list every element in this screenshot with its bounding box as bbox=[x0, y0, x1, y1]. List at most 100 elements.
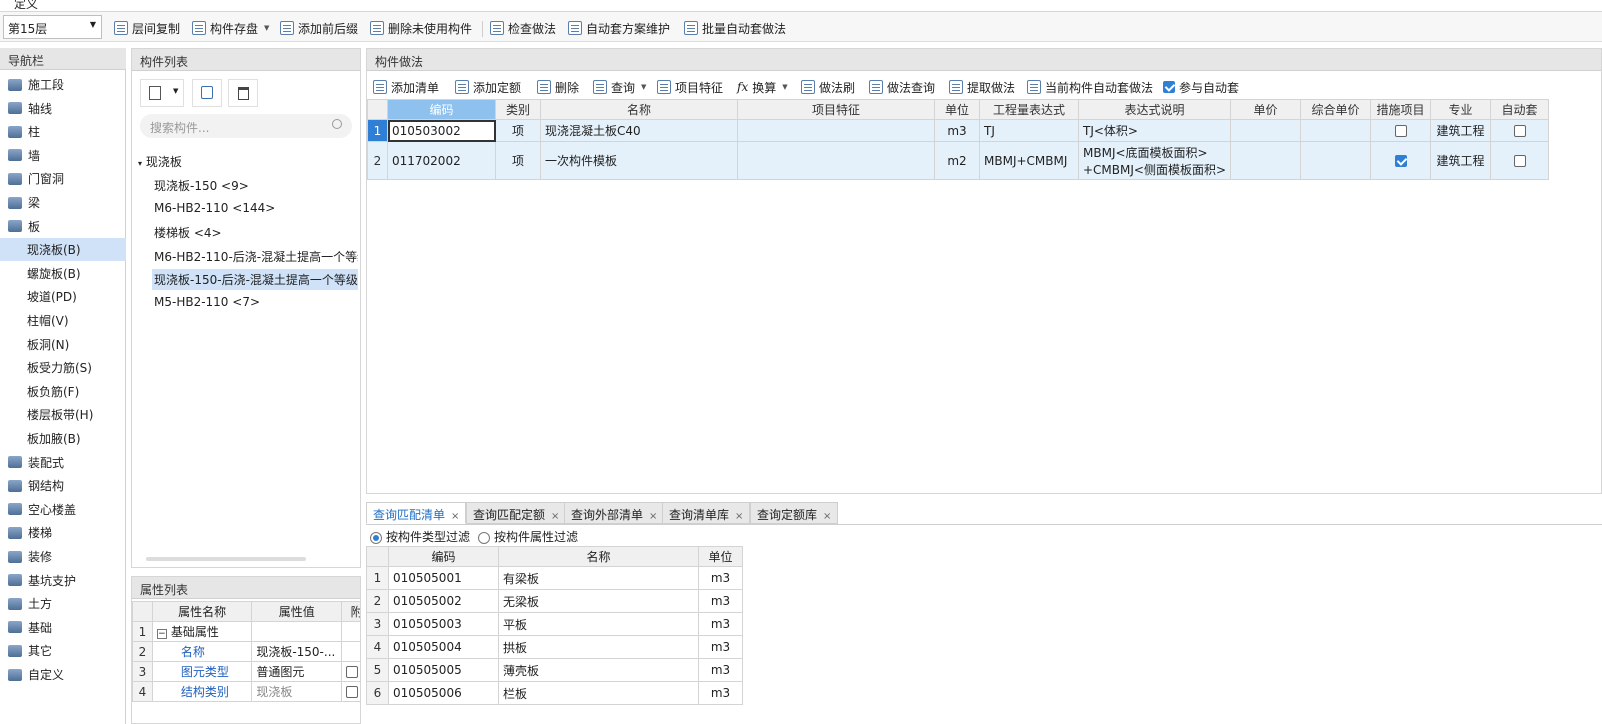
filter-by-attr-radio[interactable]: 按构件属性过滤 bbox=[478, 528, 578, 545]
method-query-button[interactable]: 做法查询 bbox=[869, 77, 935, 97]
col-header-code[interactable]: 编码 bbox=[387, 99, 496, 120]
query-tab[interactable]: 查询定额库 × bbox=[750, 502, 839, 524]
method-row[interactable]: 2 011702002 项一次构件模板 m2 MBMJ+CMBMJ MBMJ<底面模板面积… bbox=[367, 141, 1550, 180]
convert-button[interactable]: fx 换算 ▼ bbox=[737, 77, 788, 97]
query-row[interactable]: 6 010505006 栏板 m3 bbox=[366, 681, 743, 705]
tree-item[interactable]: M6-HB2-110-后浇-混凝土提高一个等级 bbox=[152, 246, 358, 267]
delete-unused-button[interactable]: 删除未使用构件 bbox=[370, 18, 472, 38]
checkbox-checked[interactable] bbox=[1394, 155, 1407, 167]
cell-name[interactable]: 一次构件模板 bbox=[540, 141, 738, 180]
close-icon[interactable]: × bbox=[551, 511, 559, 522]
query-row[interactable]: 5 010505005 薄壳板 m3 bbox=[366, 658, 743, 682]
cell-code[interactable]: 010505004 bbox=[388, 635, 499, 659]
property-extra[interactable] bbox=[341, 641, 360, 662]
col-header-desc[interactable]: 表达式说明 bbox=[1077, 99, 1232, 120]
col-header-cprice[interactable]: 综合单价 bbox=[1300, 99, 1372, 120]
tree-item[interactable]: M5-HB2-110 <7> bbox=[152, 293, 358, 311]
property-row[interactable]: 1− 基础属性 bbox=[132, 621, 360, 642]
cell-name[interactable]: 现浇混凝土板C40 bbox=[540, 119, 738, 142]
col-header-code[interactable]: 编码 bbox=[388, 546, 499, 567]
delete-button[interactable]: 删除 bbox=[537, 77, 579, 97]
cell-auto[interactable] bbox=[1490, 141, 1550, 180]
nav-item[interactable]: 梁 bbox=[0, 191, 126, 214]
nav-item[interactable]: 自定义 bbox=[0, 663, 126, 686]
cell-name[interactable]: 栏板 bbox=[498, 681, 699, 705]
add-prefix-suffix-button[interactable]: 添加前后缀 bbox=[280, 18, 358, 38]
nav-item[interactable]: 土方 bbox=[0, 592, 126, 615]
cell-name[interactable]: 平板 bbox=[498, 612, 699, 636]
copy-between-floors-button[interactable]: 层间复制 bbox=[114, 18, 180, 38]
method-row[interactable]: 1 010503002 项现浇混凝土板C40 m3 TJ TJ<体积> 建筑工程 bbox=[367, 119, 1550, 142]
checkbox-unchecked[interactable] bbox=[1394, 125, 1407, 137]
col-header-unit[interactable]: 单位 bbox=[934, 99, 980, 120]
col-header-type[interactable]: 类别 bbox=[495, 99, 541, 120]
cell-spec[interactable]: 建筑工程 bbox=[1430, 141, 1492, 180]
nav-item[interactable]: 柱 bbox=[0, 120, 126, 143]
query-tab[interactable]: 查询外部清单 × bbox=[564, 502, 665, 524]
cell-feature[interactable] bbox=[737, 141, 935, 180]
cell-unit[interactable]: m3 bbox=[698, 681, 743, 705]
cell-auto[interactable] bbox=[1490, 119, 1550, 142]
col-header-feature[interactable]: 项目特征 bbox=[737, 99, 935, 120]
col-header-name[interactable]: 名称 bbox=[540, 99, 738, 120]
auto-scheme-button[interactable]: 自动套方案维护 bbox=[568, 18, 670, 38]
batch-auto-button[interactable]: 批量自动套做法 bbox=[684, 18, 786, 38]
current-auto-method-button[interactable]: 当前构件自动套做法 bbox=[1027, 77, 1153, 97]
nav-item[interactable]: 钢结构 bbox=[0, 474, 126, 497]
col-header-expr[interactable]: 工程量表达式 bbox=[979, 99, 1079, 120]
cell-code[interactable]: 011702002 bbox=[387, 141, 496, 180]
query-tab[interactable]: 查询匹配清单 × bbox=[366, 502, 467, 524]
checkbox-unchecked[interactable] bbox=[1513, 155, 1526, 167]
cell-desc[interactable]: TJ<体积> bbox=[1077, 119, 1232, 142]
query-tab[interactable]: 查询清单库 × bbox=[662, 502, 751, 524]
property-extra[interactable] bbox=[341, 681, 360, 702]
floor-select[interactable]: 第15层 ▼ bbox=[3, 15, 102, 39]
check-method-button[interactable]: 检查做法 bbox=[490, 18, 556, 38]
property-extra[interactable] bbox=[341, 661, 360, 682]
filter-by-type-radio[interactable]: 按构件类型过滤 bbox=[370, 528, 470, 545]
nav-item[interactable]: 轴线 bbox=[0, 97, 126, 120]
extract-method-button[interactable]: 提取做法 bbox=[949, 77, 1015, 97]
nav-item[interactable]: 空心楼盖 bbox=[0, 498, 126, 521]
nav-item[interactable]: 楼层板带(H) bbox=[0, 403, 126, 426]
close-icon[interactable]: × bbox=[451, 511, 459, 522]
save-component-button[interactable]: 构件存盘 ▼ bbox=[192, 18, 269, 38]
cell-name[interactable]: 拱板 bbox=[498, 635, 699, 659]
checkbox-unchecked[interactable] bbox=[1513, 125, 1526, 137]
nav-item[interactable]: 板受力筋(S) bbox=[0, 356, 126, 379]
property-value[interactable]: 现浇板-150-... bbox=[251, 641, 343, 662]
nav-item[interactable]: 施工段 bbox=[0, 73, 126, 96]
nav-item[interactable]: 柱帽(V) bbox=[0, 309, 126, 332]
menu-title[interactable]: 定义 bbox=[14, 0, 38, 11]
property-row[interactable]: 4 结构类别 现浇板 bbox=[132, 681, 360, 702]
join-auto-checkbox[interactable]: 参与自动套 bbox=[1163, 77, 1239, 97]
cell-cprice[interactable] bbox=[1300, 141, 1372, 180]
nav-item[interactable]: 其它 bbox=[0, 639, 126, 662]
nav-item[interactable]: 墙 bbox=[0, 144, 126, 167]
cell-desc[interactable]: MBMJ<底面模板面积> +CMBMJ<侧面模板面积> bbox=[1077, 141, 1232, 180]
cell-code[interactable]: 010505006 bbox=[388, 681, 499, 705]
cell-unit[interactable]: m3 bbox=[698, 612, 743, 636]
query-row[interactable]: 2 010505002 无梁板 m3 bbox=[366, 589, 743, 613]
cell-code[interactable]: 010505003 bbox=[388, 612, 499, 636]
horizontal-scrollbar[interactable] bbox=[146, 557, 306, 561]
cell-unit[interactable]: m3 bbox=[934, 119, 980, 142]
tree-item[interactable]: 现浇板-150 <9> bbox=[152, 175, 358, 196]
add-list-button[interactable]: 添加清单 bbox=[373, 77, 439, 97]
add-quota-button[interactable]: 添加定额 bbox=[455, 77, 521, 97]
close-icon[interactable]: × bbox=[823, 511, 831, 522]
query-row[interactable]: 4 010505004 拱板 m3 bbox=[366, 635, 743, 659]
property-value[interactable] bbox=[251, 621, 343, 642]
query-row[interactable]: 3 010505003 平板 m3 bbox=[366, 612, 743, 636]
cell-unit[interactable]: m3 bbox=[698, 566, 743, 590]
nav-item[interactable]: 基础 bbox=[0, 616, 126, 639]
nav-item[interactable]: 板负筋(F) bbox=[0, 380, 126, 403]
col-header-unit[interactable]: 单位 bbox=[698, 546, 743, 567]
nav-item[interactable]: 装配式 bbox=[0, 451, 126, 474]
nav-item[interactable]: 基坑支护 bbox=[0, 569, 126, 592]
tree-root[interactable]: ▾ 现浇板 bbox=[138, 153, 182, 170]
nav-item[interactable]: 坡道(PD) bbox=[0, 285, 126, 308]
nav-item[interactable]: 楼梯 bbox=[0, 521, 126, 544]
col-header-measure[interactable]: 措施项目 bbox=[1370, 99, 1432, 120]
cell-code[interactable]: 010505005 bbox=[388, 658, 499, 682]
